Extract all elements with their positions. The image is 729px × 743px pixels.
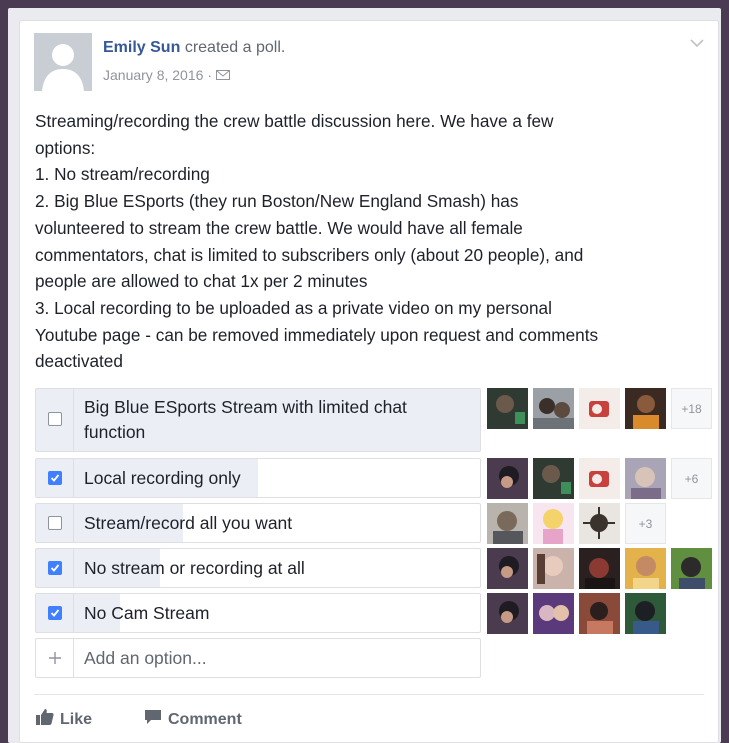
- post-meta: January 8, 2016 ·: [103, 67, 231, 83]
- voter-avatar[interactable]: [579, 388, 620, 429]
- post-body-line: commentators, chat is limited to subscri…: [35, 244, 584, 265]
- option-label: Big Blue ESports Stream with limited cha…: [84, 395, 470, 445]
- author-name[interactable]: Emily Sun: [103, 39, 180, 56]
- author-avatar[interactable]: [34, 33, 92, 91]
- like-button[interactable]: Like: [36, 709, 92, 730]
- post-body-line: options:: [35, 137, 96, 158]
- option-label: No stream or recording at all: [84, 558, 305, 578]
- option-divider: [73, 459, 74, 497]
- option-divider: [73, 504, 74, 542]
- post-body-line: 2. Big Blue ESports (they run Boston/New…: [35, 191, 519, 212]
- voter-avatar[interactable]: [625, 458, 666, 499]
- voter-avatar[interactable]: [533, 503, 574, 544]
- chevron-down-icon[interactable]: [690, 35, 704, 48]
- option-checkbox[interactable]: [48, 516, 62, 530]
- voter-avatar[interactable]: [533, 388, 574, 429]
- voter-avatar[interactable]: [487, 548, 528, 589]
- checkmark-icon: [50, 564, 60, 572]
- post-action-text: created a poll.: [184, 39, 286, 56]
- option-label-line: Big Blue ESports Stream with limited cha…: [84, 397, 407, 417]
- poll-post-card: Emily Sun created a poll. January 8, 201…: [19, 20, 719, 743]
- post-actions-bar: Like Comment: [34, 694, 704, 743]
- option-checkbox[interactable]: [48, 471, 62, 485]
- option-divider: [73, 389, 74, 451]
- poll-option-stream-record-all[interactable]: Stream/record all you want: [35, 503, 481, 543]
- voter-avatar[interactable]: [579, 593, 620, 634]
- voter-avatar[interactable]: [533, 548, 574, 589]
- voter-avatar[interactable]: [671, 548, 712, 589]
- more-voters-count[interactable]: +3: [625, 503, 666, 544]
- add-option-field[interactable]: Add an option...: [35, 638, 481, 678]
- comment-icon: [144, 709, 162, 730]
- checkmark-icon: [50, 609, 60, 617]
- post-date[interactable]: January 8, 2016: [103, 67, 203, 83]
- voter-avatar[interactable]: [579, 503, 620, 544]
- voter-avatar[interactable]: [533, 458, 574, 499]
- option-label-line: function: [84, 422, 146, 442]
- voter-avatars: +3: [487, 503, 666, 544]
- envelope-icon: [216, 67, 231, 83]
- voter-avatar[interactable]: [625, 388, 666, 429]
- voter-avatar[interactable]: [579, 548, 620, 589]
- more-voters-count[interactable]: +18: [671, 388, 712, 429]
- voter-avatars: +6: [487, 458, 712, 499]
- poll-option-no-stream[interactable]: No stream or recording at all: [35, 548, 481, 588]
- voter-avatar[interactable]: [487, 593, 528, 634]
- post-body: Streaming/recording the crew battle disc…: [35, 108, 705, 375]
- voter-avatar[interactable]: [533, 593, 574, 634]
- voter-avatar[interactable]: [487, 458, 528, 499]
- comment-label: Comment: [168, 710, 242, 728]
- option-divider: [73, 594, 74, 632]
- post-body-line: Streaming/recording the crew battle disc…: [35, 111, 554, 131]
- voter-avatar[interactable]: [487, 388, 528, 429]
- option-checkbox[interactable]: [48, 412, 62, 426]
- post-body-line: volunteered to stream the crew battle. W…: [35, 217, 523, 238]
- plus-icon: [48, 648, 62, 671]
- option-divider: [73, 639, 74, 677]
- voter-avatar[interactable]: [579, 458, 620, 499]
- post-body-line: deactivated: [35, 351, 123, 372]
- post-header: Emily Sun created a poll.: [103, 39, 285, 57]
- thumbs-up-icon: [36, 709, 54, 730]
- checkmark-icon: [50, 474, 60, 482]
- voter-avatar[interactable]: [625, 548, 666, 589]
- post-body-line: 3. Local recording to be uploaded as a p…: [35, 297, 552, 318]
- meta-separator: ·: [207, 67, 213, 83]
- option-label: No Cam Stream: [84, 603, 210, 623]
- post-body-line: 1. No stream/recording: [35, 164, 210, 185]
- like-label: Like: [60, 710, 93, 728]
- poll-option-local-recording[interactable]: Local recording only: [35, 458, 481, 498]
- voter-avatar[interactable]: [625, 593, 666, 634]
- option-checkbox[interactable]: [48, 606, 62, 620]
- add-option-placeholder: Add an option...: [84, 648, 207, 668]
- post-body-line: Youtube page - can be removed immediatel…: [35, 324, 599, 345]
- option-checkbox[interactable]: [48, 561, 62, 575]
- voter-avatars: [487, 593, 666, 634]
- comment-button[interactable]: Comment: [144, 709, 242, 730]
- post-body-line: people are allowed to chat 1x per 2 minu…: [35, 271, 368, 292]
- more-voters-count[interactable]: +6: [671, 458, 712, 499]
- option-label: Stream/record all you want: [84, 513, 293, 533]
- option-label: Local recording only: [84, 468, 241, 488]
- poll-option-no-cam-stream[interactable]: No Cam Stream: [35, 593, 481, 633]
- option-divider: [73, 549, 74, 587]
- voter-avatars: [487, 548, 712, 589]
- voter-avatars: +18: [487, 388, 712, 429]
- voter-avatar[interactable]: [487, 503, 528, 544]
- poll-option-big-blue-esports[interactable]: Big Blue ESports Stream with limited cha…: [35, 388, 481, 452]
